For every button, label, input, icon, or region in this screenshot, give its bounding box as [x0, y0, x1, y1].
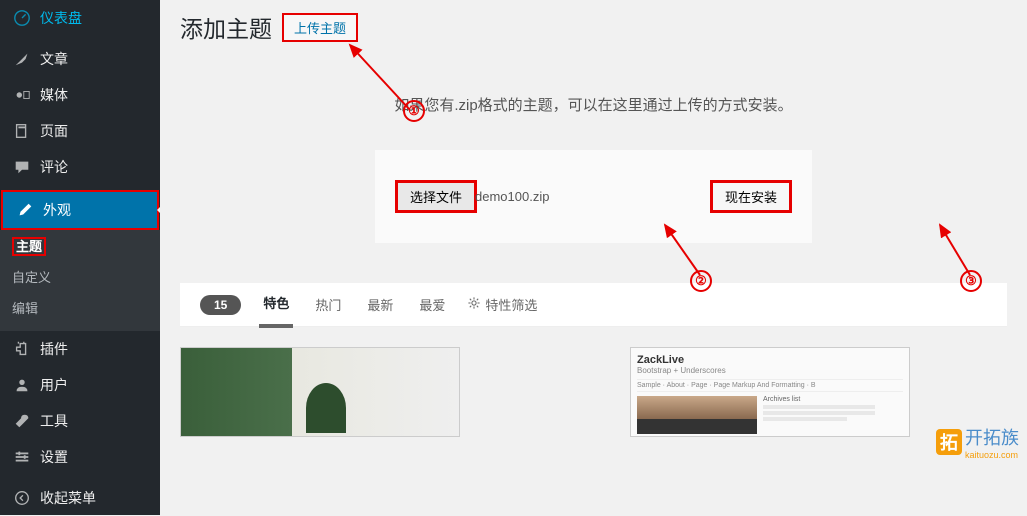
sidebar-item-users[interactable]: 用户 — [0, 367, 160, 403]
sidebar-label: 工具 — [40, 411, 68, 431]
brush-icon — [15, 200, 35, 220]
gear-icon — [467, 296, 481, 313]
sidebar-label: 收起菜单 — [40, 488, 96, 508]
filter-latest[interactable]: 最新 — [363, 295, 397, 314]
submenu-label: 主题 — [12, 237, 46, 256]
sidebar-item-collapse[interactable]: 收起菜单 — [0, 480, 160, 516]
theme-card[interactable] — [180, 347, 460, 437]
watermark: 拓 开拓族 kaituozu.com — [936, 424, 1019, 460]
sidebar-item-media[interactable]: 媒体 — [0, 77, 160, 113]
sidebar-item-posts[interactable]: 文章 — [0, 41, 160, 77]
plugin-icon — [12, 339, 32, 359]
sidebar-item-dashboard[interactable]: 仪表盘 — [0, 0, 160, 36]
theme-count-badge: 15 — [200, 295, 241, 315]
choose-file-button[interactable]: 选择文件 — [395, 180, 477, 213]
page-header: 添加主题 上传主题 — [180, 10, 1007, 44]
theme-thumbnail: ZackLive Bootstrap + Underscores Sample … — [631, 348, 909, 437]
watermark-domain: kaituozu.com — [965, 450, 1019, 460]
pin-icon — [12, 49, 32, 69]
themes-grid: ZackLive Bootstrap + Underscores Sample … — [180, 347, 1007, 437]
sidebar-item-plugins[interactable]: 插件 — [0, 331, 160, 367]
filter-popular[interactable]: 热门 — [311, 295, 345, 314]
sidebar-label: 外观 — [43, 200, 71, 220]
theme-filter-bar: 15 特色 热门 最新 最爱 特性筛选 — [180, 283, 1007, 327]
theme-card[interactable]: ZackLive Bootstrap + Underscores Sample … — [630, 347, 910, 437]
sidebar-label: 媒体 — [40, 85, 68, 105]
sidebar-label: 文章 — [40, 49, 68, 69]
sidebar-item-comments[interactable]: 评论 — [0, 149, 160, 185]
theme-preview-nav: Sample · About · Page · Page Markup And … — [637, 379, 903, 392]
comment-icon — [12, 157, 32, 177]
annotation-arrow-2 — [655, 215, 715, 285]
feature-filter-label: 特性筛选 — [485, 295, 537, 314]
install-now-button[interactable]: 现在安装 — [710, 180, 792, 213]
settings-icon — [12, 447, 32, 467]
theme-preview-title: ZackLive — [637, 354, 903, 366]
sidebar-label: 仪表盘 — [40, 8, 82, 28]
annotation-arrow-3 — [930, 215, 980, 285]
main-content: 添加主题 上传主题 ① 如果您有.zip格式的主题，可以在这里通过上传的方式安装… — [160, 0, 1027, 515]
watermark-text: 开拓族 — [965, 428, 1019, 448]
theme-thumbnail — [181, 348, 459, 436]
sidebar-item-pages[interactable]: 页面 — [0, 113, 160, 149]
annotation-arrow-1 — [335, 30, 425, 120]
sidebar-label: 用户 — [40, 375, 68, 395]
theme-preview-subtitle: Bootstrap + Underscores — [637, 366, 903, 375]
sidebar-label: 页面 — [40, 121, 68, 141]
sidebar-label: 插件 — [40, 339, 68, 359]
page-icon — [12, 121, 32, 141]
submenu-item-themes[interactable]: 主题 — [0, 230, 160, 261]
page-title: 添加主题 — [180, 10, 272, 44]
sidebar-item-settings[interactable]: 设置 — [0, 439, 160, 475]
upload-description: 如果您有.zip格式的主题，可以在这里通过上传的方式安装。 — [180, 94, 1007, 115]
feature-filter-button[interactable]: 特性筛选 — [467, 295, 537, 314]
tools-icon — [12, 411, 32, 431]
filter-favorites[interactable]: 最爱 — [415, 295, 449, 314]
submenu-item-editor[interactable]: 编辑 — [0, 292, 160, 323]
appearance-submenu: 主题 自定义 编辑 — [0, 230, 160, 331]
media-icon — [12, 85, 32, 105]
collapse-icon — [12, 488, 32, 508]
sidebar-label: 评论 — [40, 157, 68, 177]
upload-form: 选择文件 demo100.zip 现在安装 — [375, 150, 812, 243]
admin-sidebar: 仪表盘 文章 媒体 页面 评论 外观 主题 自定义 编辑 插件 用户 工具 设置 — [0, 0, 160, 515]
sidebar-item-appearance[interactable]: 外观 — [1, 190, 159, 230]
dashboard-icon — [12, 8, 32, 28]
watermark-logo: 拓 — [936, 429, 962, 455]
upload-area: 如果您有.zip格式的主题，可以在这里通过上传的方式安装。 选择文件 demo1… — [180, 94, 1007, 243]
selected-file-name: demo100.zip — [475, 189, 549, 204]
submenu-item-customize[interactable]: 自定义 — [0, 261, 160, 292]
sidebar-item-tools[interactable]: 工具 — [0, 403, 160, 439]
sidebar-label: 设置 — [40, 447, 68, 467]
filter-featured[interactable]: 特色 — [259, 293, 293, 328]
user-icon — [12, 375, 32, 395]
